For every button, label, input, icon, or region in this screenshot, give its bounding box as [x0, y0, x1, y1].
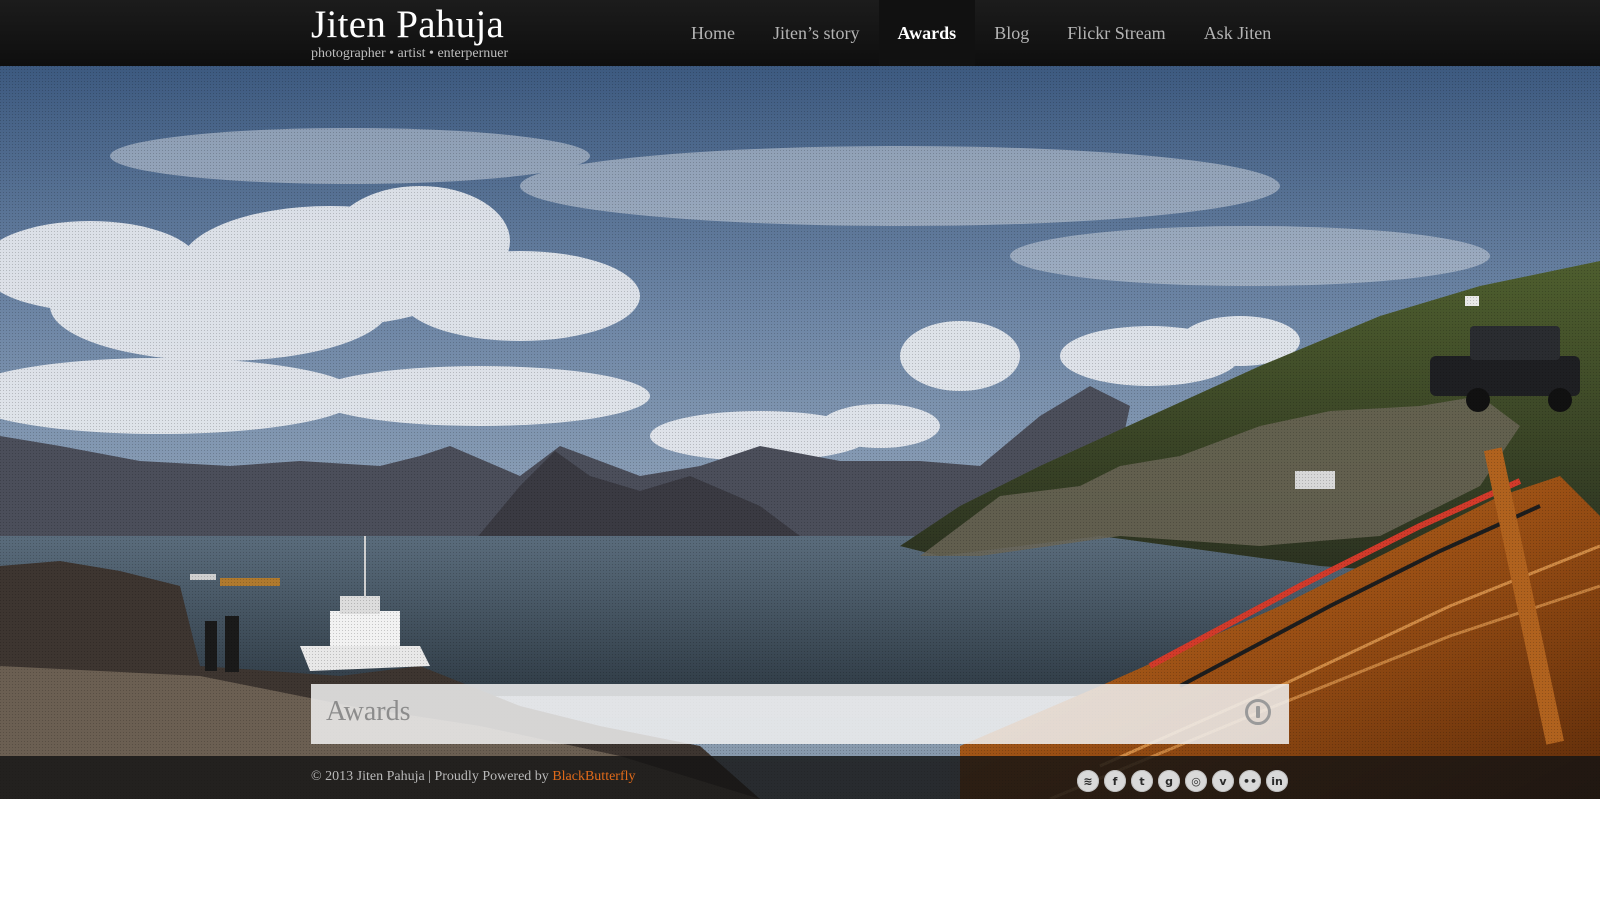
page-title: Awards [326, 696, 411, 727]
facebook-icon[interactable]: f [1104, 770, 1126, 792]
copyright-text: © 2013 Jiten Pahuja | Proudly Powered by… [311, 769, 636, 785]
blackbutterfly-link[interactable]: BlackButterfly [552, 769, 635, 784]
vimeo-icon[interactable]: v [1212, 770, 1234, 792]
site-header: Jiten Pahuja photographer • artist • ent… [0, 0, 1600, 67]
nav-item-flickr-stream[interactable]: Flickr Stream [1048, 0, 1184, 66]
info-icon[interactable] [1245, 699, 1271, 725]
google-plus-icon[interactable]: g [1158, 770, 1180, 792]
page-title-bar: Awards [311, 684, 1289, 744]
copyright-label: © 2013 Jiten Pahuja | Proudly Powered by [311, 769, 549, 784]
linkedin-icon[interactable]: in [1266, 770, 1288, 792]
picasa-icon[interactable]: ◎ [1185, 770, 1207, 792]
main-nav: Home Jiten’s story Awards Blog Flickr St… [672, 0, 1290, 66]
nav-item-blog[interactable]: Blog [975, 0, 1048, 66]
nav-item-home[interactable]: Home [672, 0, 754, 66]
nav-item-jitens-story[interactable]: Jiten’s story [754, 0, 879, 66]
hero-background-photo: Awards [0, 66, 1600, 799]
site-brand[interactable]: Jiten Pahuja photographer • artist • ent… [311, 4, 508, 62]
nav-item-ask-jiten[interactable]: Ask Jiten [1185, 0, 1291, 66]
rss-icon[interactable]: ≋ [1077, 770, 1099, 792]
twitter-icon[interactable]: t [1131, 770, 1153, 792]
site-title[interactable]: Jiten Pahuja [311, 4, 508, 46]
nav-item-awards[interactable]: Awards [878, 0, 976, 66]
site-tagline: photographer • artist • enterpernuer [311, 46, 509, 61]
flickr-icon[interactable]: •• [1239, 770, 1261, 792]
site-footer: © 2013 Jiten Pahuja | Proudly Powered by… [0, 756, 1600, 799]
social-icons: ≋ f t g ◎ v •• in [1077, 770, 1288, 792]
